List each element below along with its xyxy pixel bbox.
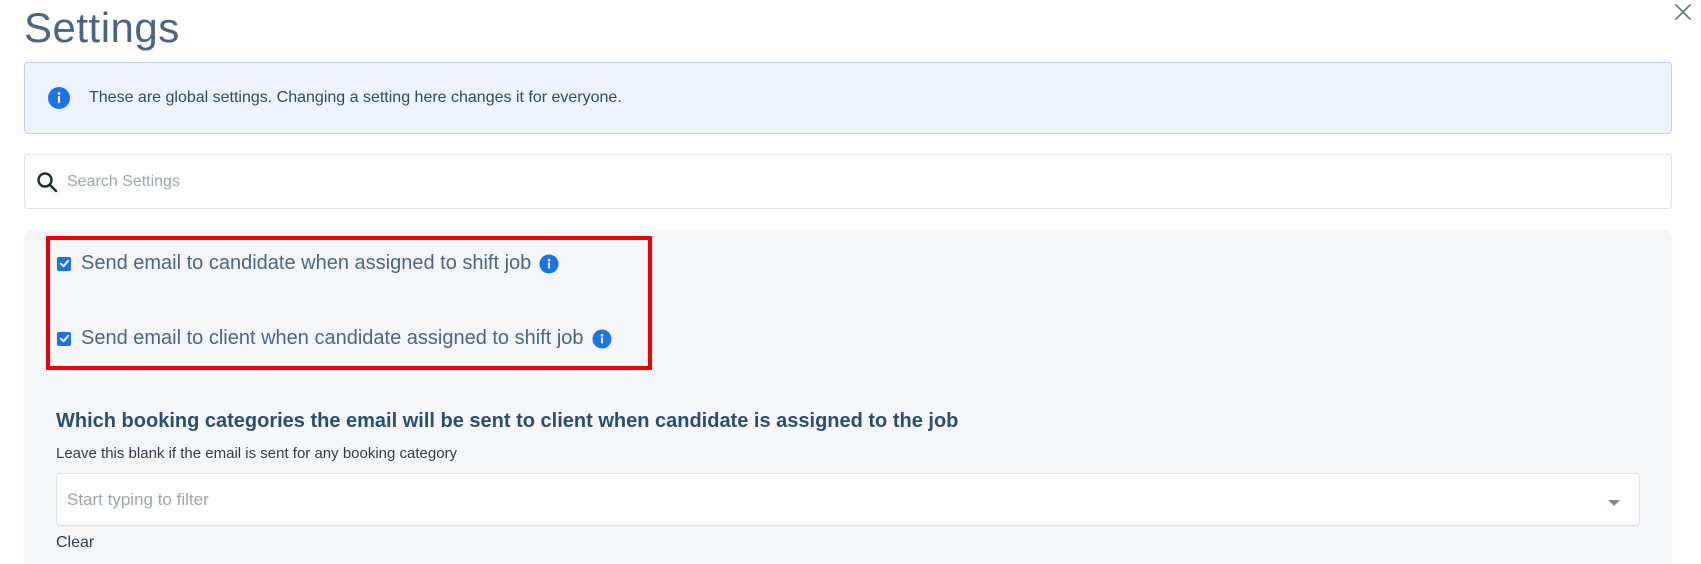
setting-label: Send email to candidate when assigned to… (81, 252, 532, 274)
setting-candidate-email[interactable]: Send email to candidate when assigned to… (57, 252, 559, 275)
booking-categories-title: Which booking categories the email will … (56, 410, 959, 432)
candidate-email-checkbox[interactable] (57, 256, 71, 271)
setting-label: Send email to client when candidate assi… (81, 327, 584, 349)
select-placeholder: Start typing to filter (67, 489, 209, 509)
info-icon (47, 86, 71, 110)
info-icon[interactable] (539, 254, 559, 274)
clear-button[interactable]: Clear (56, 534, 94, 552)
search-bar[interactable] (24, 154, 1672, 209)
client-email-checkbox[interactable] (57, 331, 71, 346)
info-icon[interactable] (592, 329, 612, 349)
close-icon[interactable] (1671, 0, 1695, 24)
settings-panel: Send email to candidate when assigned to… (24, 230, 1672, 564)
search-icon (35, 170, 59, 194)
booking-categories-select[interactable]: Start typing to filter (56, 473, 1640, 526)
page-title: Settings (24, 4, 180, 51)
banner-text: These are global settings. Changing a se… (89, 89, 622, 106)
setting-client-email[interactable]: Send email to client when candidate assi… (57, 327, 612, 350)
global-settings-banner: These are global settings. Changing a se… (24, 62, 1672, 134)
booking-categories-help: Leave this blank if the email is sent fo… (56, 445, 458, 462)
chevron-down-icon (1607, 495, 1621, 506)
search-input[interactable] (67, 172, 1671, 191)
